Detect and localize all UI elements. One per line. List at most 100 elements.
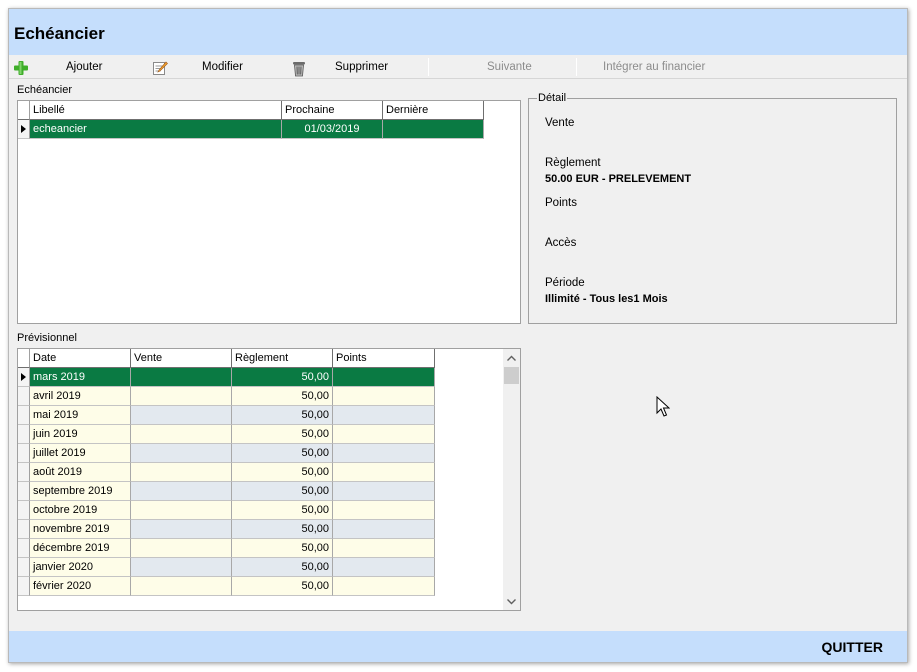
cell-reglement[interactable]: 50,00 xyxy=(232,520,333,539)
table-row[interactable]: echeancier 01/03/2019 xyxy=(18,120,484,139)
column-header-libelle[interactable]: Libellé xyxy=(30,101,282,120)
detail-legend: Détail xyxy=(537,92,568,104)
forecast-grid: Date Vente Règlement Points mars 2019 50,… xyxy=(17,348,521,611)
row-indicator xyxy=(18,501,30,520)
integrate-financial-button[interactable]: Intégrer au financier xyxy=(603,61,705,73)
add-button[interactable]: Ajouter xyxy=(66,61,102,73)
scroll-up-icon[interactable] xyxy=(503,350,520,367)
row-indicator xyxy=(18,577,30,596)
table-row[interactable]: septembre 2019 50,00 xyxy=(18,482,435,501)
cell-date[interactable]: août 2019 xyxy=(30,463,131,482)
cell-libelle[interactable]: echeancier xyxy=(30,120,282,139)
cell-reglement[interactable]: 50,00 xyxy=(232,482,333,501)
current-row-arrow-icon xyxy=(21,373,26,381)
cell-reglement[interactable]: 50,00 xyxy=(232,539,333,558)
cell-reglement[interactable]: 50,00 xyxy=(232,463,333,482)
trash-icon[interactable] xyxy=(291,60,309,77)
cell-vente[interactable] xyxy=(131,425,232,444)
cell-vente[interactable] xyxy=(131,463,232,482)
cell-date[interactable]: décembre 2019 xyxy=(30,539,131,558)
forecast-header-row: Date Vente Règlement Points xyxy=(18,349,435,368)
table-row[interactable]: mai 2019 50,00 xyxy=(18,406,435,425)
cell-points[interactable] xyxy=(333,577,435,596)
column-header-vente[interactable]: Vente xyxy=(131,349,232,368)
cell-points[interactable] xyxy=(333,520,435,539)
periode-label: Période xyxy=(545,277,585,289)
cell-points[interactable] xyxy=(333,482,435,501)
row-indicator xyxy=(18,520,30,539)
cell-points[interactable] xyxy=(333,558,435,577)
cell-vente[interactable] xyxy=(131,577,232,596)
scroll-thumb[interactable] xyxy=(504,367,519,384)
cell-vente[interactable] xyxy=(131,406,232,425)
detail-group: Détail Vente Règlement 50.00 EUR - PRELE… xyxy=(528,92,897,324)
cell-vente[interactable] xyxy=(131,368,232,387)
acces-label: Accès xyxy=(545,237,577,249)
cell-reglement[interactable]: 50,00 xyxy=(232,501,333,520)
cell-reglement[interactable]: 50,00 xyxy=(232,406,333,425)
cell-vente[interactable] xyxy=(131,444,232,463)
cell-date[interactable]: janvier 2020 xyxy=(30,558,131,577)
cell-date[interactable]: avril 2019 xyxy=(30,387,131,406)
table-row[interactable]: avril 2019 50,00 xyxy=(18,387,435,406)
delete-button[interactable]: Supprimer xyxy=(335,61,388,73)
column-header-date[interactable]: Date xyxy=(30,349,131,368)
cell-date[interactable]: février 2020 xyxy=(30,577,131,596)
cell-date[interactable]: mai 2019 xyxy=(30,406,131,425)
table-row[interactable]: mars 2019 50,00 xyxy=(18,368,435,387)
cell-vente[interactable] xyxy=(131,387,232,406)
cell-date[interactable]: novembre 2019 xyxy=(30,520,131,539)
cell-points[interactable] xyxy=(333,406,435,425)
cell-reglement[interactable]: 50,00 xyxy=(232,444,333,463)
edit-notepad-icon[interactable] xyxy=(152,60,170,76)
table-row[interactable]: décembre 2019 50,00 xyxy=(18,539,435,558)
title-bar: Echéancier xyxy=(9,9,907,55)
plus-icon[interactable] xyxy=(13,60,33,76)
cell-reglement[interactable]: 50,00 xyxy=(232,425,333,444)
cell-vente[interactable] xyxy=(131,558,232,577)
toolbar-separator xyxy=(428,58,429,76)
table-row[interactable]: février 2020 50,00 xyxy=(18,577,435,596)
cell-date[interactable]: juin 2019 xyxy=(30,425,131,444)
cell-reglement[interactable]: 50,00 xyxy=(232,387,333,406)
cell-vente[interactable] xyxy=(131,482,232,501)
cell-reglement[interactable]: 50,00 xyxy=(232,558,333,577)
cell-derniere[interactable] xyxy=(383,120,484,139)
cell-reglement[interactable]: 50,00 xyxy=(232,577,333,596)
row-indicator-header xyxy=(18,349,30,368)
table-row[interactable]: août 2019 50,00 xyxy=(18,463,435,482)
column-header-derniere[interactable]: Dernière xyxy=(383,101,484,120)
cell-date[interactable]: octobre 2019 xyxy=(30,501,131,520)
window-title: Echéancier xyxy=(14,24,105,43)
forecast-vertical-scrollbar[interactable] xyxy=(503,349,520,610)
column-header-prochaine[interactable]: Prochaine xyxy=(282,101,383,120)
scroll-down-icon[interactable] xyxy=(503,593,520,610)
next-button[interactable]: Suivante xyxy=(487,61,532,73)
cell-points[interactable] xyxy=(333,501,435,520)
table-row[interactable]: novembre 2019 50,00 xyxy=(18,520,435,539)
cell-date[interactable]: mars 2019 xyxy=(30,368,131,387)
table-row[interactable]: juillet 2019 50,00 xyxy=(18,444,435,463)
cell-vente[interactable] xyxy=(131,520,232,539)
cell-points[interactable] xyxy=(333,444,435,463)
reglement-value: 50.00 EUR - PRELEVEMENT xyxy=(545,173,692,185)
cell-vente[interactable] xyxy=(131,539,232,558)
cell-date[interactable]: juillet 2019 xyxy=(30,444,131,463)
cell-points[interactable] xyxy=(333,387,435,406)
cell-date[interactable]: septembre 2019 xyxy=(30,482,131,501)
cell-points[interactable] xyxy=(333,463,435,482)
cell-points[interactable] xyxy=(333,425,435,444)
quit-button[interactable]: QUITTER xyxy=(822,639,883,655)
edit-button[interactable]: Modifier xyxy=(202,61,243,73)
footer-bar: QUITTER xyxy=(9,631,907,662)
column-header-points[interactable]: Points xyxy=(333,349,435,368)
cell-points[interactable] xyxy=(333,539,435,558)
cell-reglement[interactable]: 50,00 xyxy=(232,368,333,387)
column-header-reglement[interactable]: Règlement xyxy=(232,349,333,368)
table-row[interactable]: octobre 2019 50,00 xyxy=(18,501,435,520)
cell-prochaine[interactable]: 01/03/2019 xyxy=(282,120,383,139)
cell-vente[interactable] xyxy=(131,501,232,520)
cell-points[interactable] xyxy=(333,368,435,387)
table-row[interactable]: juin 2019 50,00 xyxy=(18,425,435,444)
table-row[interactable]: janvier 2020 50,00 xyxy=(18,558,435,577)
